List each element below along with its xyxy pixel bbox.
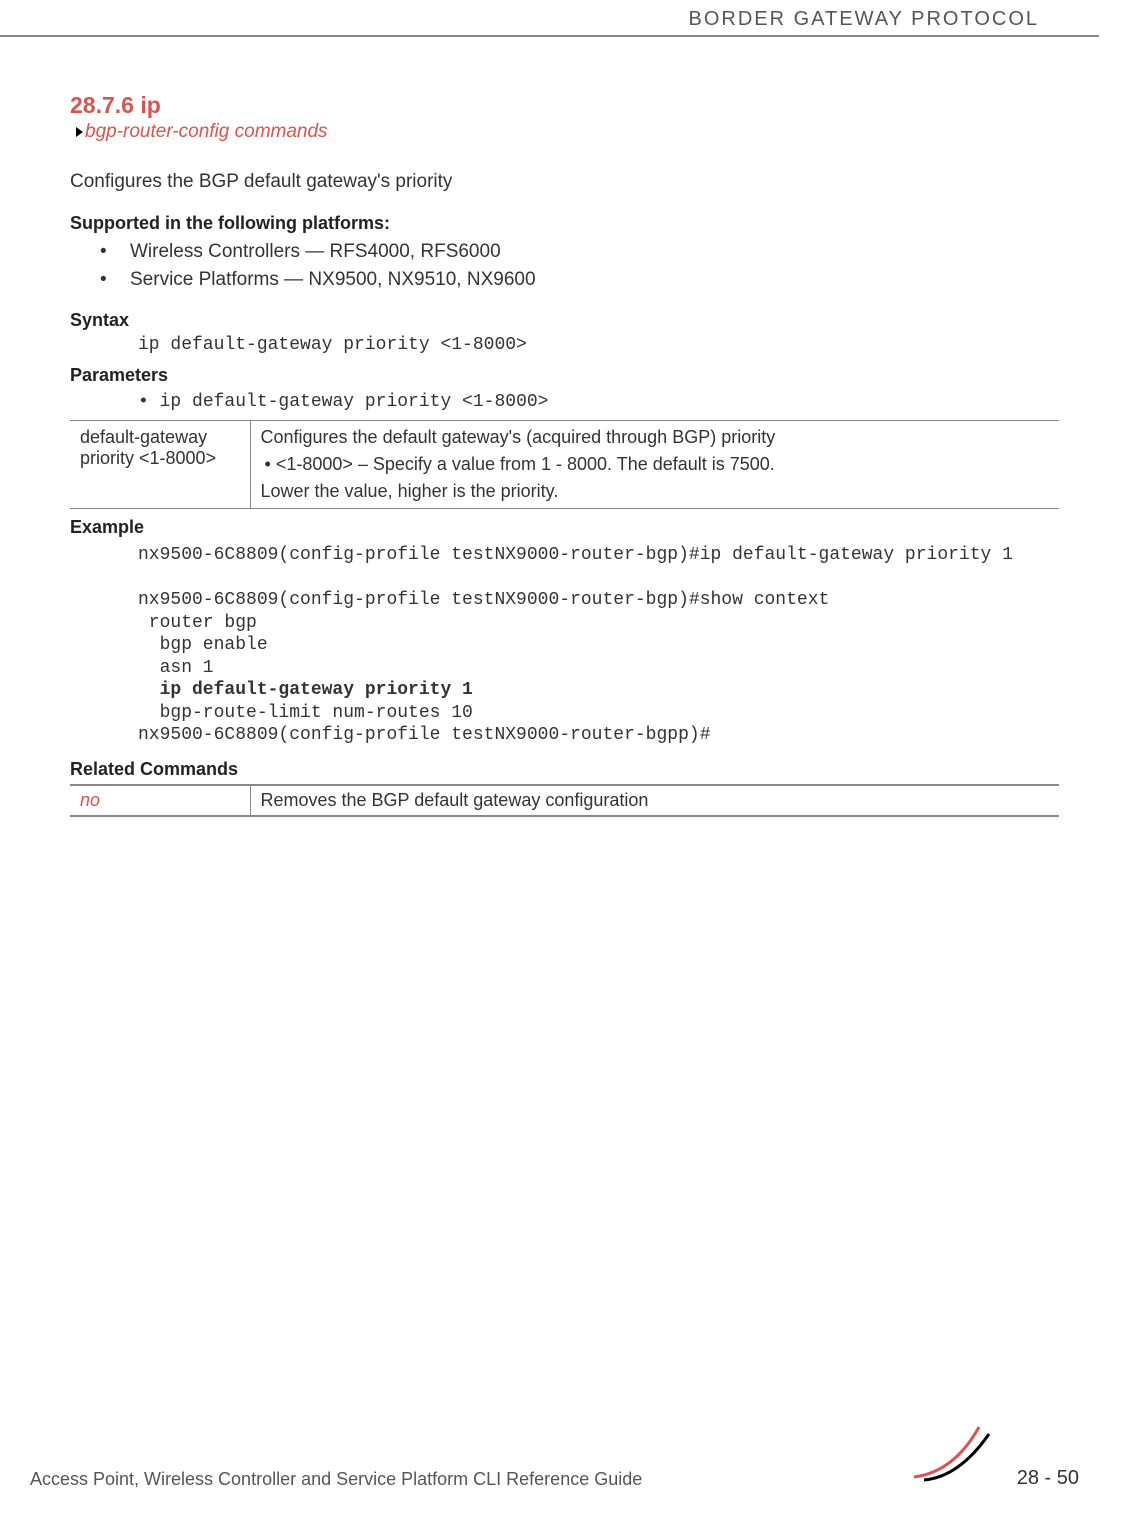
code-line-highlight: ip default-gateway priority 1 bbox=[138, 680, 473, 700]
footer-guide: Access Point, Wireless Controller and Se… bbox=[30, 1469, 642, 1490]
syntax-code: ip default-gateway priority <1-8000> bbox=[138, 335, 1059, 355]
param-name: default-gateway priority <1-8000> bbox=[70, 421, 250, 509]
table-row: no Removes the BGP default gateway confi… bbox=[70, 785, 1059, 816]
param-desc-line: Lower the value, higher is the priority. bbox=[261, 481, 1050, 502]
chevron-right-icon bbox=[76, 127, 83, 137]
table-row: default-gateway priority <1-8000> Config… bbox=[70, 421, 1059, 509]
header-title: BORDER GATEWAY PROTOCOL bbox=[689, 8, 1040, 30]
code-line: router bgp bbox=[138, 613, 257, 633]
section-description: Configures the BGP default gateway's pri… bbox=[70, 171, 1059, 193]
related-desc: Removes the BGP default gateway configur… bbox=[250, 785, 1059, 816]
syntax-heading: Syntax bbox=[70, 310, 1059, 331]
parameters-code: ip default-gateway priority <1-8000> bbox=[138, 392, 1059, 412]
breadcrumb[interactable]: bgp-router-config commands bbox=[76, 121, 1059, 143]
supported-heading: Supported in the following platforms: bbox=[70, 213, 1059, 234]
supported-list: Wireless Controllers — RFS4000, RFS6000 … bbox=[100, 238, 1059, 294]
example-code: nx9500-6C8809(config-profile testNX9000-… bbox=[138, 544, 1059, 747]
section-heading: 28.7.6 ip bbox=[70, 92, 1059, 119]
breadcrumb-text: bgp-router-config commands bbox=[85, 121, 328, 142]
list-item: Wireless Controllers — RFS4000, RFS6000 bbox=[100, 238, 1059, 266]
swoosh-icon bbox=[909, 1422, 999, 1482]
page-footer: Access Point, Wireless Controller and Se… bbox=[0, 1467, 1129, 1490]
code-line: nx9500-6C8809(config-profile testNX9000-… bbox=[138, 545, 1013, 565]
code-line: asn 1 bbox=[138, 658, 214, 678]
param-desc: Configures the default gateway's (acquir… bbox=[250, 421, 1059, 509]
page-header: BORDER GATEWAY PROTOCOL bbox=[0, 0, 1099, 37]
related-table: no Removes the BGP default gateway confi… bbox=[70, 784, 1059, 817]
related-heading: Related Commands bbox=[70, 759, 1059, 780]
parameters-table: default-gateway priority <1-8000> Config… bbox=[70, 420, 1059, 509]
param-desc-line: Configures the default gateway's (acquir… bbox=[261, 427, 1050, 448]
param-desc-bullet: <1-8000> – Specify a value from 1 - 8000… bbox=[261, 448, 1050, 481]
code-line: bgp-route-limit num-routes 10 bbox=[138, 703, 473, 723]
related-command[interactable]: no bbox=[70, 785, 250, 816]
list-item: Service Platforms — NX9500, NX9510, NX96… bbox=[100, 266, 1059, 294]
code-line: nx9500-6C8809(config-profile testNX9000-… bbox=[138, 725, 711, 745]
example-heading: Example bbox=[70, 517, 1059, 538]
page-number: 28 - 50 bbox=[1017, 1467, 1079, 1490]
content-area: 28.7.6 ip bgp-router-config commands Con… bbox=[0, 37, 1129, 817]
parameters-heading: Parameters bbox=[70, 365, 1059, 386]
code-line: nx9500-6C8809(config-profile testNX9000-… bbox=[138, 590, 829, 610]
code-line: bgp enable bbox=[138, 635, 268, 655]
